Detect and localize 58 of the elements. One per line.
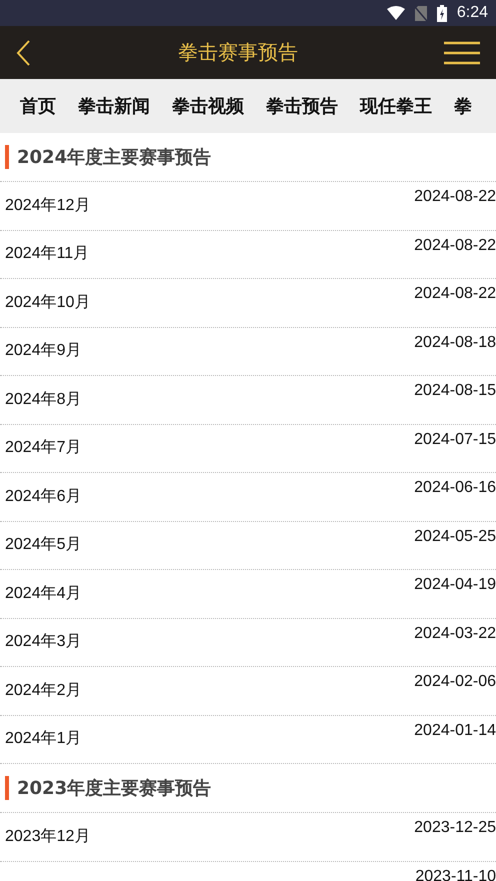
list-item[interactable]: 2024年11月 2024-08-22 bbox=[0, 230, 496, 279]
list-item[interactable]: 2024年1月 2024-01-14 bbox=[0, 716, 496, 764]
item-date: 2024-05-25 bbox=[414, 528, 496, 546]
item-title: 2024年7月 bbox=[5, 438, 82, 458]
item-date: 2024-04-19 bbox=[414, 576, 496, 595]
list-item[interactable]: 2024年8月 2024-08-15 bbox=[0, 376, 496, 424]
item-title: 2024年3月 bbox=[5, 632, 82, 652]
list-item[interactable]: 2024年10月 2024-08-22 bbox=[0, 279, 496, 328]
section-title: 2023年度主要赛事预告 bbox=[17, 777, 212, 800]
item-date: 2023-11-10 bbox=[415, 868, 496, 881]
menu-button[interactable] bbox=[444, 40, 480, 64]
item-date: 2024-02-06 bbox=[414, 673, 496, 692]
clock: 6:24 bbox=[456, 4, 488, 22]
nav-tab[interactable]: 现任拳王 bbox=[360, 94, 432, 118]
item-date: 2024-08-22 bbox=[414, 236, 496, 256]
list-item[interactable]: 2024年2月 2024-02-06 bbox=[0, 667, 496, 716]
nav-tab[interactable]: 首页 bbox=[20, 94, 56, 118]
list-item[interactable]: 2023-11-10 bbox=[0, 862, 496, 881]
battery-icon bbox=[436, 4, 447, 22]
item-title: 2024年4月 bbox=[5, 584, 82, 604]
item-date: 2023-12-25 bbox=[414, 819, 496, 838]
wifi-icon bbox=[386, 6, 405, 20]
item-title: 2024年8月 bbox=[5, 390, 82, 410]
nav-tab[interactable]: 拳 bbox=[454, 94, 472, 118]
list-item[interactable]: 2024年7月 2024-07-15 bbox=[0, 424, 496, 473]
nav-tab[interactable]: 拳击视频 bbox=[172, 94, 244, 118]
item-title: 2024年12月 bbox=[5, 196, 90, 216]
list-item[interactable]: 2024年4月 2024-04-19 bbox=[0, 570, 496, 618]
page-title: 拳击赛事预告 bbox=[178, 39, 298, 66]
item-date: 2024-07-15 bbox=[414, 430, 496, 450]
list-item[interactable]: 2024年12月 2024-08-22 bbox=[0, 182, 496, 230]
item-date: 2024-08-22 bbox=[414, 285, 496, 304]
item-date: 2024-08-22 bbox=[414, 188, 496, 207]
item-date: 2024-08-15 bbox=[414, 382, 496, 401]
back-button[interactable] bbox=[16, 38, 32, 66]
item-title: 2024年2月 bbox=[5, 680, 82, 700]
nav-tab[interactable]: 拳击预告 bbox=[266, 94, 338, 118]
item-date: 2024-03-22 bbox=[414, 624, 496, 644]
nav-tab[interactable]: 拳击新闻 bbox=[78, 94, 150, 118]
list-item[interactable]: 2024年9月 2024-08-18 bbox=[0, 328, 496, 376]
item-title: 2023年12月 bbox=[5, 826, 90, 846]
accent-bar bbox=[5, 145, 9, 169]
item-title: 2024年9月 bbox=[5, 341, 82, 361]
item-title: 2024年1月 bbox=[5, 729, 82, 749]
item-date: 2024-01-14 bbox=[414, 722, 496, 740]
item-title: 2024年10月 bbox=[5, 292, 90, 312]
section-title: 2024年度主要赛事预告 bbox=[17, 146, 212, 169]
list-item[interactable]: 2024年3月 2024-03-22 bbox=[0, 618, 496, 667]
item-title: 2024年11月 bbox=[5, 244, 90, 264]
item-title: 2024年5月 bbox=[5, 535, 82, 555]
list-item[interactable]: 2024年6月 2024-06-16 bbox=[0, 473, 496, 522]
item-title: 2024年6月 bbox=[5, 486, 82, 506]
item-date: 2024-06-16 bbox=[414, 479, 496, 498]
list-item[interactable]: 2024年5月 2024-05-25 bbox=[0, 522, 496, 570]
list-item[interactable]: 2023年12月 2023-12-25 bbox=[0, 813, 496, 862]
item-date: 2024-08-18 bbox=[414, 334, 496, 352]
no-sim-icon bbox=[414, 6, 427, 20]
accent-bar bbox=[5, 776, 9, 800]
